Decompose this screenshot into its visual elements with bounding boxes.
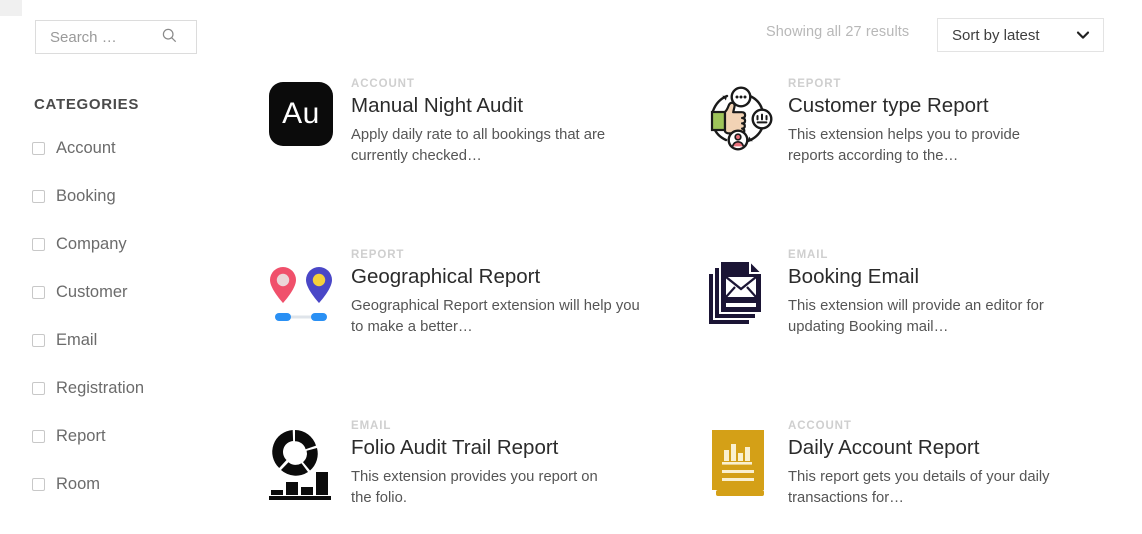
product-info: EMAIL Folio Audit Trail Report This exte… — [336, 420, 619, 510]
product-title[interactable]: Booking Email — [788, 265, 1060, 290]
product-description: Apply daily rate to all bookings that ar… — [351, 125, 629, 168]
map-pins-icon — [265, 253, 337, 330]
product-card[interactable]: REPORT Customer type Report This extensi… — [703, 78, 1060, 168]
envelope-documents-icon — [702, 253, 774, 336]
product-category: EMAIL — [788, 249, 1060, 261]
product-card[interactable]: Au ACCOUNT Manual Night Audit Apply dail… — [266, 78, 629, 168]
product-title[interactable]: Daily Account Report — [788, 436, 1060, 461]
product-category: REPORT — [788, 78, 1060, 90]
thumbs-up-feedback-cycle-icon — [702, 82, 774, 159]
product-description: Geographical Report extension will help … — [351, 296, 643, 339]
donut-bar-chart-icon — [265, 424, 337, 507]
product-card[interactable]: EMAIL Folio Audit Trail Report This exte… — [266, 420, 619, 510]
product-icon — [703, 249, 773, 329]
product-icon — [266, 249, 336, 329]
product-icon: Au — [266, 78, 336, 158]
product-description: This extension provides you report on th… — [351, 467, 619, 510]
product-title[interactable]: Manual Night Audit — [351, 94, 629, 119]
product-info: ACCOUNT Daily Account Report This report… — [773, 420, 1060, 510]
product-grid: Au ACCOUNT Manual Night Audit Apply dail… — [0, 0, 1142, 534]
product-icon — [703, 420, 773, 500]
gold-report-book-icon — [702, 424, 774, 507]
product-title[interactable]: Geographical Report — [351, 265, 643, 290]
product-info: REPORT Customer type Report This extensi… — [773, 78, 1060, 168]
audio-app-tile-label: Au — [282, 97, 320, 131]
product-icon — [266, 420, 336, 500]
product-info: EMAIL Booking Email This extension will … — [773, 249, 1060, 339]
product-description: This extension will provide an editor fo… — [788, 296, 1060, 339]
product-card[interactable]: EMAIL Booking Email This extension will … — [703, 249, 1060, 339]
product-category: ACCOUNT — [351, 78, 629, 90]
product-info: ACCOUNT Manual Night Audit Apply daily r… — [336, 78, 629, 168]
product-description: This report gets you details of your dai… — [788, 467, 1060, 510]
product-card[interactable]: REPORT Geographical Report Geographical … — [266, 249, 643, 339]
extensions-shop-page: Showing all 27 results Sort by latest CA… — [0, 0, 1142, 534]
product-info: REPORT Geographical Report Geographical … — [336, 249, 643, 339]
product-category: REPORT — [351, 249, 643, 261]
product-icon — [703, 78, 773, 158]
product-card[interactable]: ACCOUNT Daily Account Report This report… — [703, 420, 1060, 510]
product-title[interactable]: Customer type Report — [788, 94, 1060, 119]
product-category: ACCOUNT — [788, 420, 1060, 432]
product-title[interactable]: Folio Audit Trail Report — [351, 436, 619, 461]
audio-app-tile-icon: Au — [269, 82, 333, 146]
product-description: This extension helps you to provide repo… — [788, 125, 1060, 168]
product-category: EMAIL — [351, 420, 619, 432]
